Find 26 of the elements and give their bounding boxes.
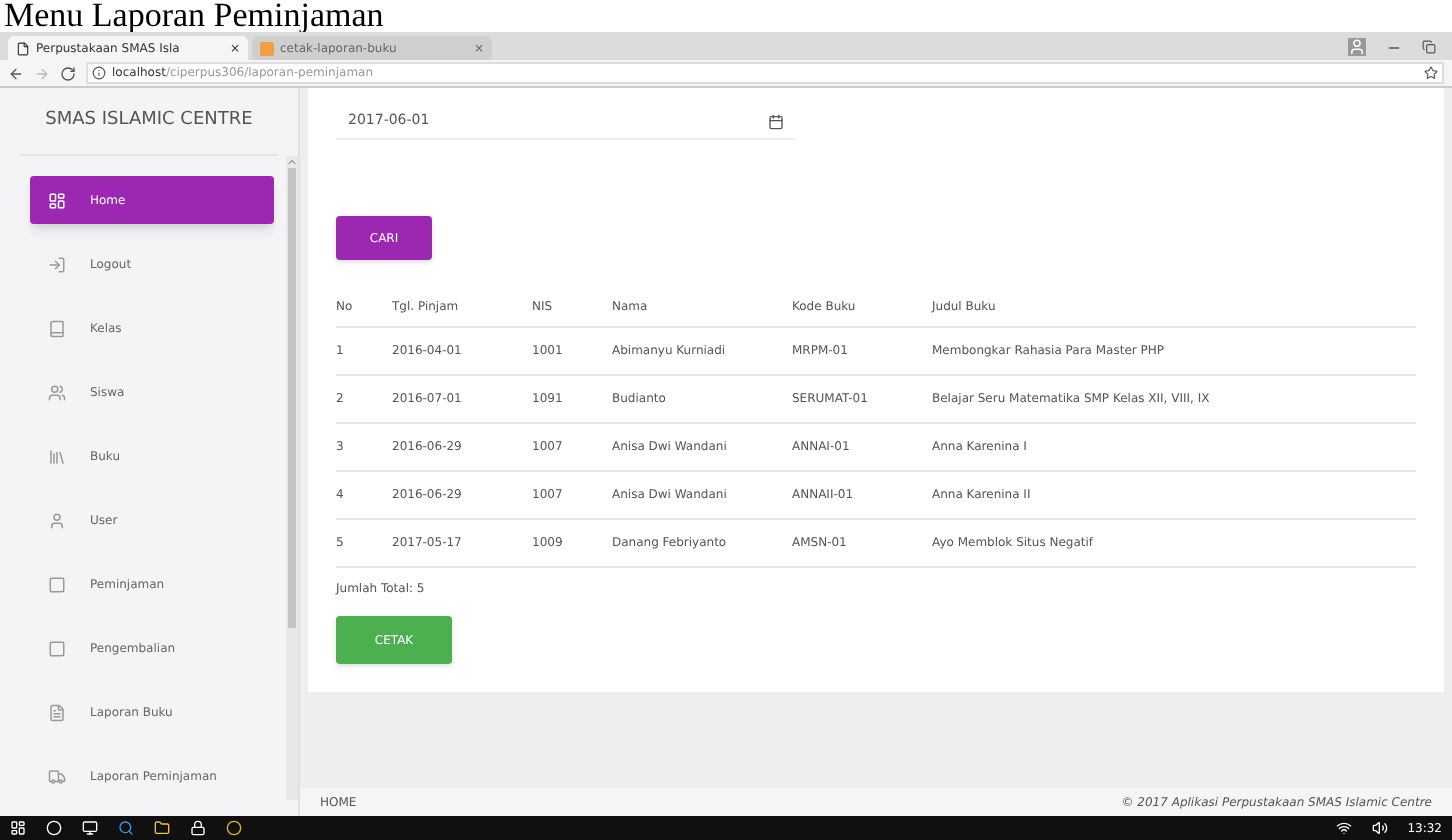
network-icon[interactable]	[1335, 820, 1352, 836]
search-circle-icon[interactable]	[46, 820, 62, 836]
square-icon	[48, 575, 66, 593]
person-icon	[48, 511, 66, 529]
bookmark-star-icon[interactable]	[1424, 66, 1438, 80]
task-view-icon[interactable]	[82, 820, 98, 836]
folder-icon[interactable]	[154, 820, 170, 836]
reload-icon[interactable]	[60, 65, 76, 81]
book-icon	[48, 319, 66, 337]
dashboard-icon	[48, 191, 66, 209]
page-icon	[16, 41, 30, 55]
truck-icon	[48, 767, 66, 785]
square-icon	[48, 639, 66, 657]
document-icon	[48, 703, 66, 721]
restore-icon[interactable]	[1422, 40, 1436, 54]
back-icon[interactable]	[8, 65, 24, 81]
page-icon	[260, 41, 274, 55]
calendar-icon	[768, 113, 784, 129]
login-arrow-icon	[48, 255, 66, 273]
volume-icon[interactable]	[1371, 820, 1388, 836]
books-icon	[48, 447, 66, 465]
people-icon	[48, 383, 66, 401]
profile-icon[interactable]	[1348, 38, 1366, 56]
sidebar-title: SMAS ISLAMIC CENTRE	[45, 107, 253, 134]
start-icon[interactable]	[10, 820, 26, 836]
info-icon	[92, 66, 106, 80]
